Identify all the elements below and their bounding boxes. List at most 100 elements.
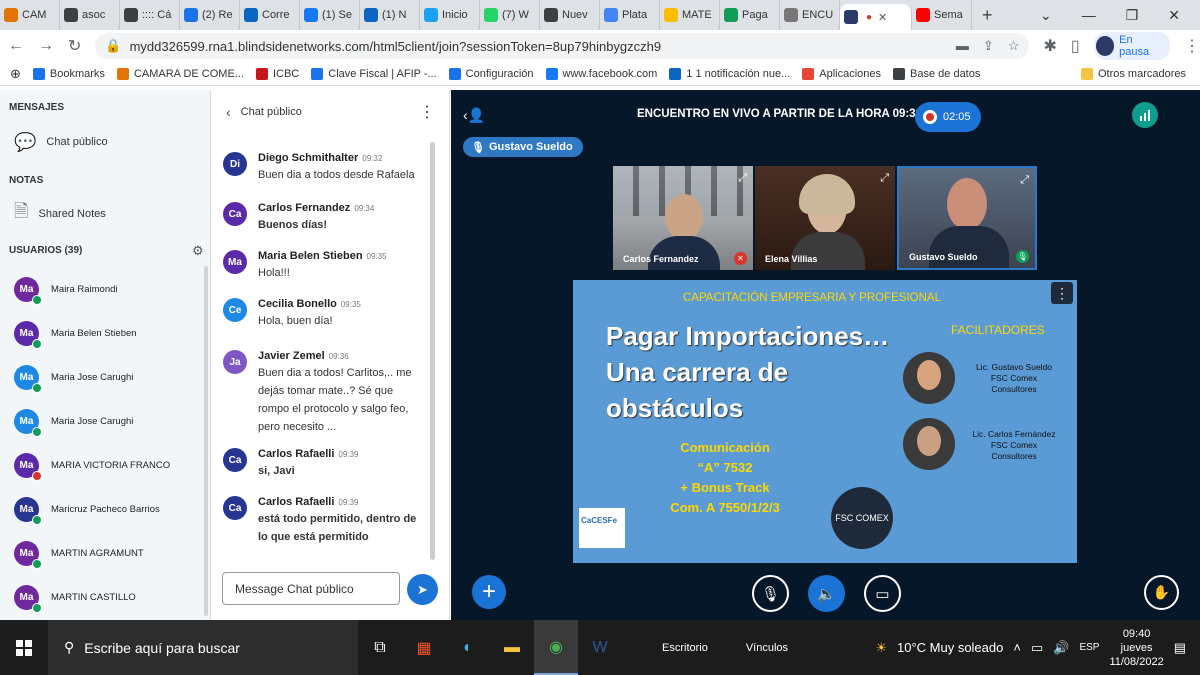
browser-tab[interactable]: CAM: [0, 0, 60, 30]
new-tab-button[interactable]: +: [972, 5, 1003, 26]
browser-tab[interactable]: Paga: [720, 0, 780, 30]
slide-options-button[interactable]: ⋮: [1051, 282, 1073, 304]
chat-message-input[interactable]: Message Chat público: [222, 572, 400, 605]
notification-icon[interactable]: ▤: [1174, 640, 1186, 656]
expand-icon[interactable]: ⤢: [1020, 174, 1029, 187]
bookmark-star-icon[interactable]: ☆: [1008, 38, 1020, 54]
actions-button[interactable]: +: [472, 575, 506, 609]
minimize-icon[interactable]: —: [1082, 7, 1096, 24]
gear-icon[interactable]: ⚙: [192, 243, 204, 259]
forward-icon[interactable]: →: [38, 37, 54, 55]
reload-icon[interactable]: ↻: [68, 36, 81, 56]
bookmark-item[interactable]: ICBC: [255, 67, 299, 80]
back-icon[interactable]: ←: [8, 37, 24, 55]
expand-icon[interactable]: ⤢: [880, 172, 889, 185]
browser-tab[interactable]: ● ✕: [840, 4, 912, 30]
user-toggle-icon[interactable]: ‹👤: [463, 107, 485, 124]
start-button[interactable]: [0, 639, 48, 656]
browser-tab[interactable]: :::: Cá: [120, 0, 180, 30]
desktop-toolbar[interactable]: Escritorio: [662, 642, 708, 654]
restore-icon[interactable]: ❐: [1126, 7, 1139, 24]
browser-tab[interactable]: ENCU: [780, 0, 840, 30]
mute-button[interactable]: 🎙: [752, 575, 789, 612]
recording-indicator[interactable]: 02:05: [915, 102, 981, 132]
browser-tab[interactable]: Corre: [240, 0, 300, 30]
raise-hand-button[interactable]: ✋: [1144, 575, 1179, 610]
browser-tab[interactable]: Plata: [600, 0, 660, 30]
browser-tab[interactable]: Nuev: [540, 0, 600, 30]
user-list-item[interactable]: Ma MARTIN AGRAMUNT: [0, 531, 205, 575]
other-bookmarks[interactable]: Otros marcadores: [1080, 67, 1200, 80]
user-name: Maria Jose Carughi: [51, 415, 134, 427]
browser-tab[interactable]: (2) Re: [180, 0, 240, 30]
task-view-icon[interactable]: ⧉: [358, 620, 402, 675]
bookmark-item[interactable]: Configuración: [448, 67, 534, 80]
weather-text[interactable]: 10°C Muy soleado: [897, 640, 1003, 655]
chevron-down-icon[interactable]: ⌄: [1040, 7, 1052, 24]
store-icon[interactable]: ▦: [402, 620, 446, 675]
chevron-left-icon[interactable]: ‹: [226, 104, 231, 120]
chevron-up-icon[interactable]: ˄: [1013, 640, 1021, 655]
close-tab-icon[interactable]: ✕: [878, 11, 887, 24]
file-explorer-icon[interactable]: ▬: [490, 620, 534, 675]
browser-tab[interactable]: MATE: [660, 0, 720, 30]
share-icon[interactable]: ⇪: [983, 38, 994, 54]
chrome-icon[interactable]: ◉: [534, 620, 578, 675]
browser-tab[interactable]: (7) W: [480, 0, 540, 30]
tab-favicon-icon: [604, 8, 618, 22]
menu-icon[interactable]: ⋮: [1184, 36, 1200, 56]
language-indicator[interactable]: ESP: [1079, 642, 1099, 653]
connection-status-button[interactable]: [1132, 102, 1158, 128]
audio-button[interactable]: 🔈: [808, 575, 845, 612]
taskbar-search[interactable]: ⚲ Escribe aquí para buscar: [48, 620, 358, 675]
profile-button[interactable]: En pausa: [1093, 32, 1170, 60]
folder-icon: [1080, 67, 1093, 80]
links-toolbar[interactable]: Vínculos: [746, 642, 788, 654]
user-list-item[interactable]: Ma MARIA VICTORIA FRANCO: [0, 443, 205, 487]
expand-icon[interactable]: ⤢: [738, 172, 747, 185]
sidebar-item-shared-notes[interactable]: 🗎 Shared Notes: [0, 197, 106, 231]
edge-icon[interactable]: ◐: [446, 620, 490, 675]
bookmark-item[interactable]: Bookmarks: [32, 67, 105, 80]
bookmark-item[interactable]: Base de datos: [893, 67, 980, 80]
video-tile-elena[interactable]: ⤢ Elena Villias: [755, 166, 895, 270]
bookmark-item[interactable]: CAMARA DE COME...: [116, 67, 244, 80]
browser-tab[interactable]: Sema: [912, 0, 972, 30]
clock[interactable]: 09:40 jueves 11/08/2022: [1109, 627, 1163, 669]
video-tile-carlos[interactable]: ⤢ Carlos Fernandez ✕: [613, 166, 753, 270]
url-field[interactable]: 🔒 mydd326599.rna1.blindsidenetworks.com/…: [95, 33, 1030, 59]
bookmark-item[interactable]: Aplicaciones: [802, 67, 881, 80]
video-button[interactable]: ▭: [864, 575, 901, 612]
bookmark-item[interactable]: Clave Fiscal | AFIP -...: [311, 67, 437, 80]
user-list-item[interactable]: Ma Maria Jose Carughi: [0, 355, 205, 399]
word-icon[interactable]: W: [578, 620, 622, 675]
more-options-icon[interactable]: ⋮: [419, 102, 435, 122]
apps-icon[interactable]: ⊕: [10, 66, 21, 82]
network-icon[interactable]: ▭: [1031, 640, 1043, 656]
user-list-item[interactable]: Ma MARTIN CASTILLO: [0, 575, 205, 619]
user-list-item[interactable]: Ma Maira Raimondi: [0, 267, 205, 311]
user-list-item[interactable]: Ma Maricruz Pacheco Barrios: [0, 487, 205, 531]
extensions-icon[interactable]: ✱: [1043, 36, 1056, 56]
browser-tab[interactable]: (1) Se: [300, 0, 360, 30]
browser-tab[interactable]: (1) N: [360, 0, 420, 30]
users-header: USUARIOS (39): [9, 245, 83, 256]
url-text[interactable]: mydd326599.rna1.blindsidenetworks.com/ht…: [130, 39, 662, 54]
browser-tab[interactable]: asoc: [60, 0, 120, 30]
volume-icon[interactable]: 🔊: [1053, 640, 1069, 656]
send-button[interactable]: ➤: [407, 574, 438, 605]
video-tile-gustavo[interactable]: ⤢ Gustavo Sueldo 🎙: [897, 166, 1037, 270]
browser-tab[interactable]: Inicio: [420, 0, 480, 30]
bookmark-item[interactable]: 1 1 notificación nue...: [669, 67, 790, 80]
sidepanel-icon[interactable]: ▯: [1071, 36, 1080, 56]
close-window-icon[interactable]: ✕: [1168, 7, 1180, 24]
sidebar-item-public-chat[interactable]: 💬 Chat público: [0, 125, 108, 159]
bookmark-item[interactable]: www.facebook.com: [545, 67, 657, 80]
tab-label: MATE: [682, 9, 712, 21]
user-list-item[interactable]: Ma Maria Belen Stieben: [0, 311, 205, 355]
chat-scrollbar[interactable]: [430, 142, 435, 560]
mic-off-icon: 🎙: [760, 585, 781, 603]
user-list-item[interactable]: Ma Maria Jose Carughi: [0, 399, 205, 443]
cast-icon[interactable]: ▬: [956, 38, 969, 54]
user-list-scrollbar[interactable]: [204, 266, 208, 616]
